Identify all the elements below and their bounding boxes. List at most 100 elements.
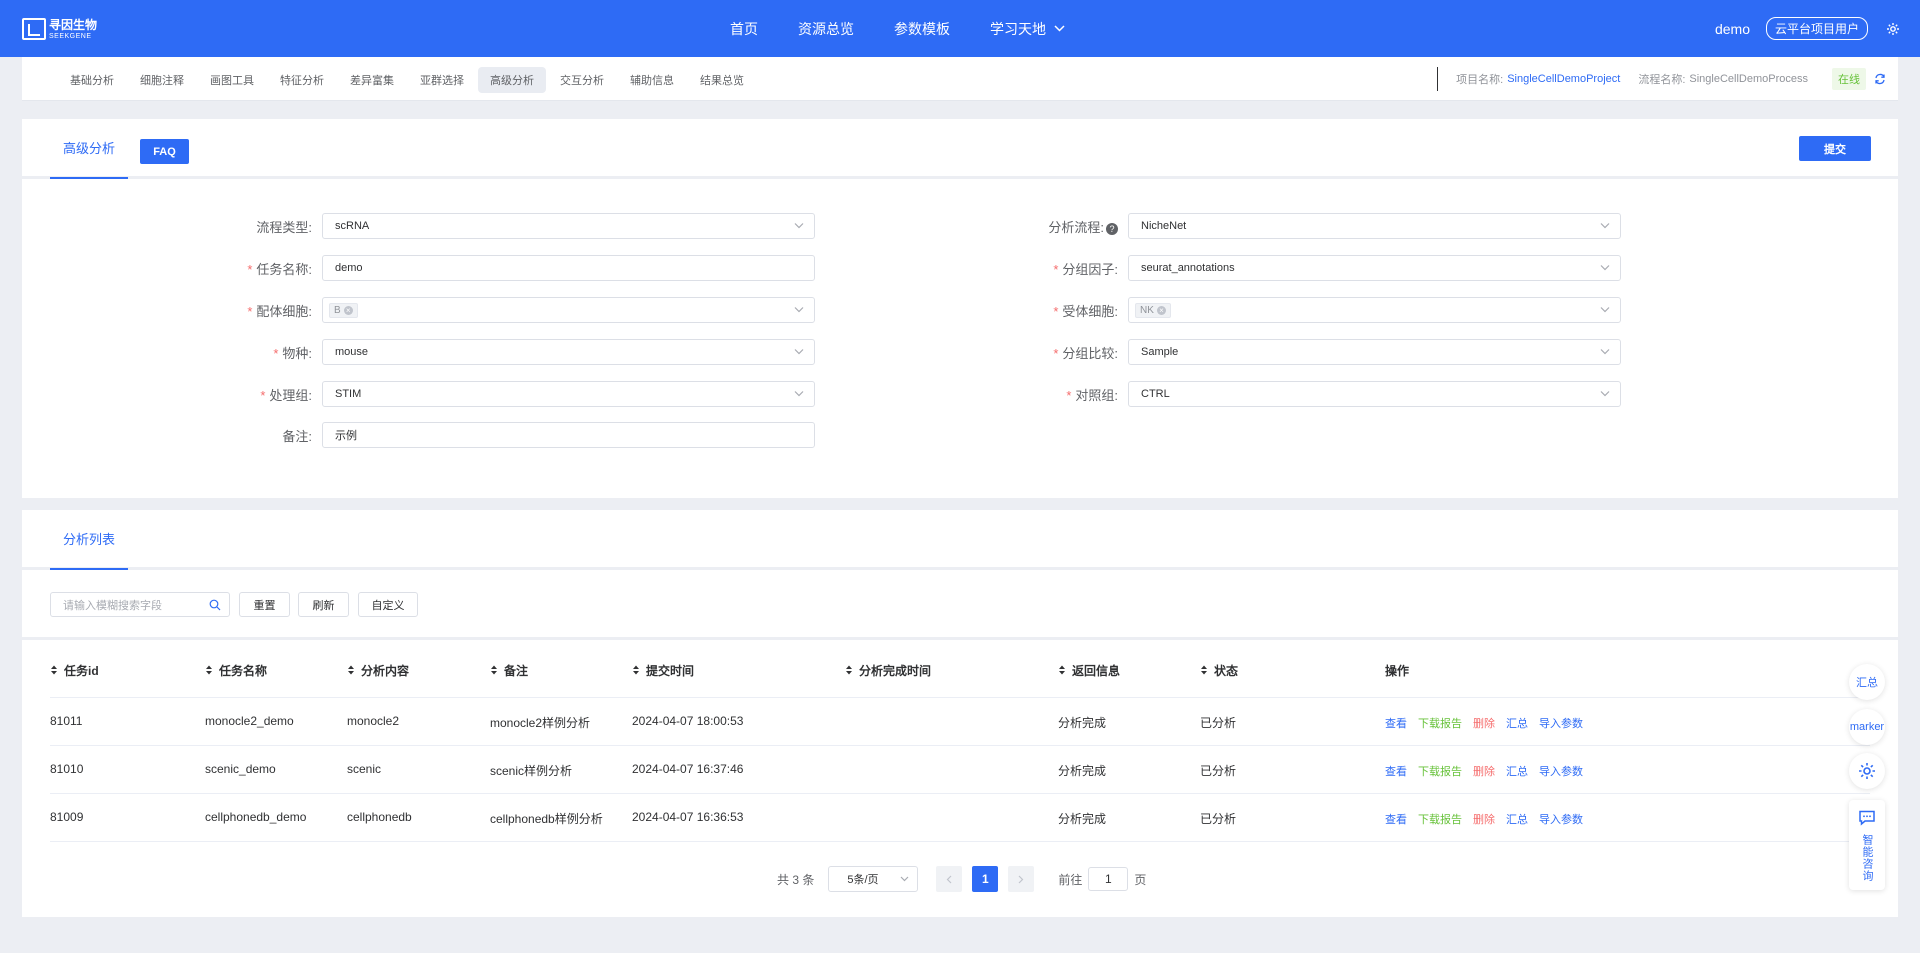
subtab-aux-info[interactable]: 辅助信息 <box>618 67 686 93</box>
search-input[interactable]: 请输入模糊搜索字段 <box>50 592 230 617</box>
search-icon[interactable] <box>209 599 221 611</box>
col-task-name[interactable]: 任务名称 <box>205 662 267 679</box>
analysis-table: 任务id 任务名称 分析内容 备注 提交时间 分析完成时间 返回信息 状态 操作… <box>50 643 1870 842</box>
control-select[interactable]: CTRL <box>1128 381 1621 407</box>
download-report-link[interactable]: 下载报告 <box>1418 811 1462 827</box>
project-name[interactable]: SingleCellDemoProject <box>1507 73 1620 85</box>
subtab-results[interactable]: 结果总览 <box>688 67 756 93</box>
close-icon[interactable]: × <box>343 305 353 315</box>
col-content[interactable]: 分析内容 <box>347 662 409 679</box>
subtab-annotation[interactable]: 细胞注释 <box>128 67 196 93</box>
col-finish-time[interactable]: 分析完成时间 <box>845 662 931 679</box>
tab-advanced-analysis[interactable]: 高级分析 <box>50 119 129 179</box>
ligand-cell-select[interactable]: B × <box>322 297 815 323</box>
cell-remark: scenic样例分析 <box>490 764 573 778</box>
nav-learning[interactable]: 学习天地 <box>990 19 1065 39</box>
import-params-link[interactable]: 导入参数 <box>1539 811 1583 827</box>
customize-button[interactable]: 自定义 <box>358 592 418 617</box>
view-link[interactable]: 查看 <box>1385 715 1407 731</box>
process-label: 流程名称: <box>1638 74 1686 86</box>
chevron-down-icon <box>794 391 804 397</box>
summary-link[interactable]: 汇总 <box>1506 763 1528 779</box>
user-name[interactable]: demo <box>1715 21 1750 37</box>
subtab-basic[interactable]: 基础分析 <box>58 67 126 93</box>
receptor-cell-select[interactable]: NK × <box>1128 297 1621 323</box>
faq-button[interactable]: FAQ <box>140 139 189 164</box>
refresh-button[interactable]: 刷新 <box>298 592 349 617</box>
sort-icon <box>1201 665 1207 675</box>
nav-home[interactable]: 首页 <box>730 19 758 39</box>
import-params-link[interactable]: 导入参数 <box>1539 763 1583 779</box>
goto-page-input[interactable]: 1 <box>1088 867 1129 891</box>
cell-task-id: 81011 <box>50 714 83 728</box>
logo[interactable]: 寻因生物 SEEKGENE <box>22 16 97 42</box>
subtab-advanced[interactable]: 高级分析 <box>478 67 546 93</box>
summary-link[interactable]: 汇总 <box>1506 811 1528 827</box>
subtab-interaction[interactable]: 交互分析 <box>548 67 616 93</box>
top-header: 寻因生物 SEEKGENE 首页 资源总览 参数模板 学习天地 demo 云平台… <box>0 0 1920 57</box>
analysis-list-card: 分析列表 请输入模糊搜索字段 重置 刷新 自定义 任务id 任务名称 分析内容 … <box>22 510 1898 917</box>
view-link[interactable]: 查看 <box>1385 763 1407 779</box>
page-unit-label: 页 <box>1134 872 1147 887</box>
refresh-icon[interactable] <box>1874 73 1886 85</box>
nav-resources[interactable]: 资源总览 <box>798 19 854 39</box>
delete-link[interactable]: 删除 <box>1473 811 1495 827</box>
prev-page-button[interactable] <box>936 866 963 892</box>
close-icon[interactable]: × <box>1156 305 1166 315</box>
col-message[interactable]: 返回信息 <box>1058 662 1120 679</box>
nav-templates[interactable]: 参数模板 <box>894 19 950 39</box>
next-page-button[interactable] <box>1008 866 1035 892</box>
row-actions: 查看 下载报告 删除 汇总 导入参数 <box>1385 715 1594 731</box>
treatment-select[interactable]: STIM <box>322 381 815 407</box>
process-name: SingleCellDemoProcess <box>1689 73 1808 85</box>
nav-home-label: 首页 <box>730 20 758 37</box>
col-task-id[interactable]: 任务id <box>50 662 99 679</box>
field-pipeline: 分析流程:? NicheNet <box>828 213 1621 239</box>
remark-input[interactable]: 示例 <box>322 422 815 448</box>
view-link[interactable]: 查看 <box>1385 811 1407 827</box>
field-group-compare: * 分组比较: Sample <box>828 339 1621 365</box>
page-number[interactable]: 1 <box>972 866 999 892</box>
settings-float-button[interactable] <box>1849 753 1885 789</box>
tab-analysis-list[interactable]: 分析列表 <box>50 510 129 570</box>
help-icon[interactable]: ? <box>1106 222 1118 235</box>
import-params-link[interactable]: 导入参数 <box>1539 715 1583 731</box>
cell-content: monocle2 <box>347 714 400 728</box>
pipeline-select[interactable]: NicheNet <box>1128 213 1621 239</box>
subtab-plot-tools[interactable]: 画图工具 <box>198 67 266 93</box>
status-badge: 在线 <box>1832 68 1866 90</box>
col-submit-time[interactable]: 提交时间 <box>632 662 694 679</box>
list-toolbar: 请输入模糊搜索字段 重置 刷新 自定义 <box>22 570 1898 640</box>
group-factor-select[interactable]: seurat_annotations <box>1128 255 1621 281</box>
species-select[interactable]: mouse <box>322 339 815 365</box>
download-report-link[interactable]: 下载报告 <box>1418 715 1462 731</box>
chevron-down-icon <box>1600 349 1610 355</box>
summary-float-button[interactable]: 汇总 <box>1849 664 1885 700</box>
ai-consult-button[interactable]: 智能咨询 <box>1849 800 1885 890</box>
select-value: CTRL <box>1141 388 1170 400</box>
subtab-diff-enrich[interactable]: 差异富集 <box>338 67 406 93</box>
download-report-link[interactable]: 下载报告 <box>1418 763 1462 779</box>
reset-button[interactable]: 重置 <box>239 592 290 617</box>
select-value: mouse <box>335 346 369 358</box>
chevron-down-icon <box>1054 25 1065 32</box>
cell-submit-time: 2024-04-07 16:36:53 <box>632 810 744 824</box>
col-remark[interactable]: 备注 <box>490 662 528 679</box>
task-name-input[interactable]: demo <box>322 255 815 281</box>
delete-link[interactable]: 删除 <box>1473 763 1495 779</box>
subtab-subcluster[interactable]: 亚群选择 <box>408 67 476 93</box>
page-size-select[interactable]: 5条/页 <box>828 866 919 892</box>
field-label: * 任务名称: <box>247 261 312 277</box>
group-compare-select[interactable]: Sample <box>1128 339 1621 365</box>
process-type-select[interactable]: scRNA <box>322 213 815 239</box>
col-status[interactable]: 状态 <box>1200 662 1238 679</box>
cell-task-id: 81010 <box>50 762 84 776</box>
summary-link[interactable]: 汇总 <box>1506 715 1528 731</box>
gear-icon[interactable] <box>1886 22 1900 36</box>
marker-float-button[interactable]: marker <box>1849 709 1885 745</box>
submit-button[interactable]: 提交 <box>1799 136 1871 161</box>
subtab-feature[interactable]: 特征分析 <box>268 67 336 93</box>
delete-link[interactable]: 删除 <box>1473 715 1495 731</box>
divider <box>1437 67 1439 91</box>
select-value: scRNA <box>335 220 370 232</box>
